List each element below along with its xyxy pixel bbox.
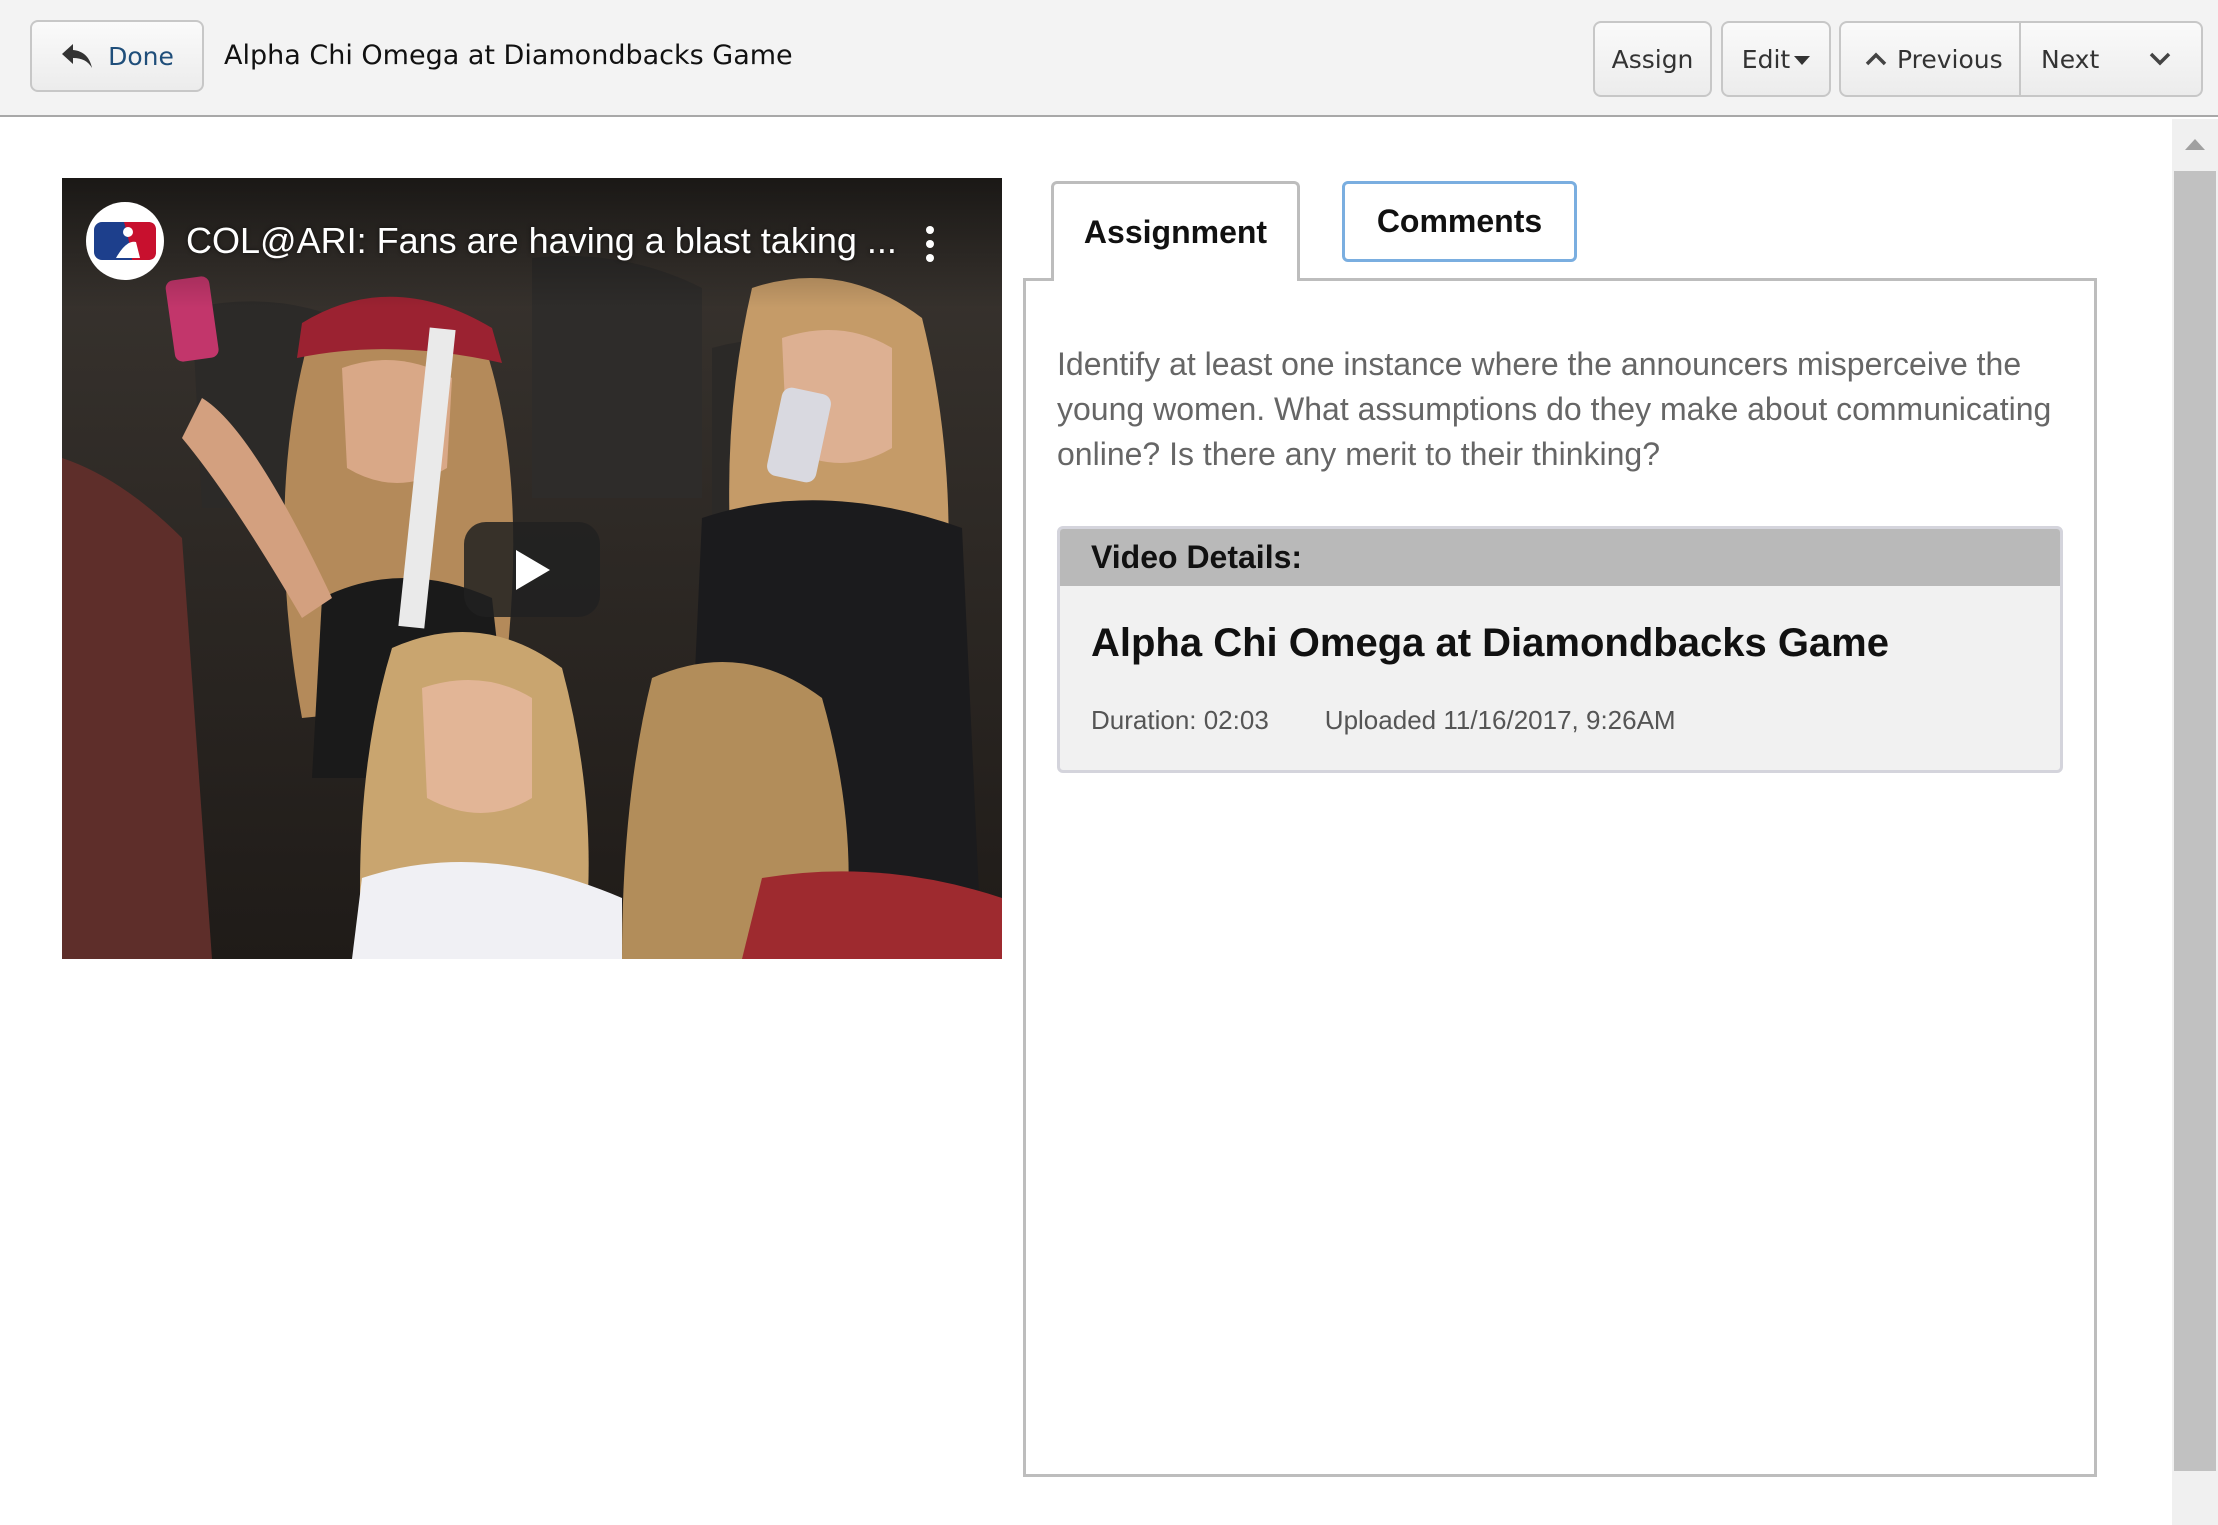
assignment-prompt: Identify at least one instance where the… [1057, 346, 2052, 472]
top-toolbar: Done Alpha Chi Omega at Diamondbacks Gam… [0, 0, 2218, 117]
page-title: Alpha Chi Omega at Diamondbacks Game [224, 40, 793, 71]
video-details-title: Alpha Chi Omega at Diamondbacks Game [1091, 621, 1889, 665]
video-duration: Duration: 02:03 [1091, 705, 1269, 735]
reply-arrow-icon [62, 44, 93, 68]
mlb-logo-icon [94, 222, 156, 260]
play-icon [516, 549, 550, 590]
done-label: Done [108, 41, 174, 71]
record-navigation: Previous Next [1839, 21, 2203, 97]
video-title[interactable]: COL@ARI: Fans are having a blast taking … [186, 220, 897, 262]
video-details-card: Video Details: Alpha Chi Omega at Diamon… [1057, 526, 2063, 773]
video-player[interactable]: COL@ARI: Fans are having a blast taking … [62, 178, 1002, 959]
next-button[interactable]: Next [2021, 23, 2201, 95]
next-label: Next [2041, 44, 2100, 74]
tab-assignment[interactable]: Assignment [1051, 181, 1300, 281]
edit-dropdown-button[interactable]: Edit [1721, 21, 1831, 97]
video-upload-date: Uploaded 11/16/2017, 9:26AM [1324, 705, 1676, 735]
done-button[interactable]: Done [30, 20, 204, 92]
more-vertical-icon[interactable] [918, 224, 942, 264]
chevron-down-icon [2149, 52, 2171, 66]
video-details-header: Video Details: [1060, 529, 2060, 586]
previous-label: Previous [1897, 44, 2003, 74]
vertical-scrollbar[interactable] [2172, 119, 2218, 1525]
scrollbar-thumb[interactable] [2174, 171, 2216, 1471]
video-details-meta: Duration: 02:03 Uploaded 11/16/2017, 9:2… [1091, 705, 1676, 736]
tab-comments[interactable]: Comments [1342, 181, 1577, 262]
chevron-up-icon [1865, 52, 1887, 66]
caret-down-icon [1794, 56, 1811, 65]
previous-button[interactable]: Previous [1841, 23, 2021, 95]
edit-label: Edit [1741, 44, 1791, 74]
mlb-logo[interactable] [86, 202, 164, 280]
play-button[interactable] [464, 522, 600, 617]
scroll-up-arrow-icon[interactable] [2184, 137, 2206, 151]
assign-button[interactable]: Assign [1593, 21, 1712, 97]
